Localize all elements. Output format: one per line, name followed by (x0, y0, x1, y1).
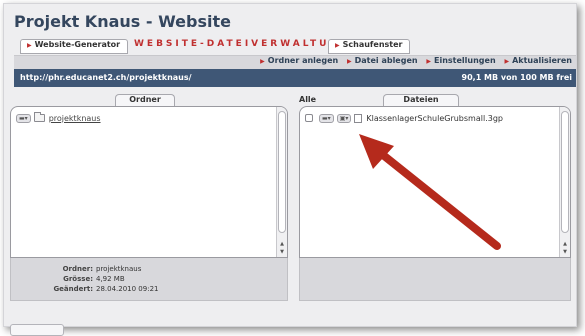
store-file-link[interactable]: ▶ Datei ablegen (347, 56, 418, 65)
tab-bar: ▶ Website-Generator WEBSITE-DATEIVERWALTU… (16, 39, 576, 55)
path-bar: http://phr.educanet2.ch/projektknaus/ 90… (14, 69, 576, 87)
folders-panel: ▬▾ projektknaus ▲ ▼ (10, 106, 288, 258)
info-modified-row: Geändert: 28.04.2010 09:21 (11, 284, 158, 294)
scrollbar-thumb[interactable] (561, 111, 569, 233)
select-all-label[interactable]: Alle (299, 95, 316, 104)
file-checkbox[interactable] (305, 114, 313, 122)
footer-button[interactable] (10, 324, 64, 336)
tab-dateiverwaltung[interactable]: WEBSITE-DATEIVERWALTUNG (134, 39, 350, 49)
file-name[interactable]: KlassenlagerSchuleGrubsmall.3gp (366, 114, 503, 123)
tab-website-generator-label: Website-Generator (34, 40, 121, 49)
tab-schaufenster-label: Schaufenster (342, 40, 403, 49)
scroll-down-icon[interactable]: ▼ (277, 248, 287, 256)
tab-website-generator[interactable]: ▶ Website-Generator (20, 39, 128, 54)
info-size-label: Grösse: (63, 275, 93, 283)
info-modified-value: 28.04.2010 09:21 (96, 285, 159, 293)
arrow-icon: ▶ (504, 58, 510, 65)
folder-link[interactable]: projektknaus (49, 114, 101, 123)
refresh-link[interactable]: ▶ Aktualisieren (504, 56, 572, 65)
info-modified-label: Geändert: (53, 285, 93, 293)
folders-panel-tab: Ordner (115, 94, 175, 106)
folder-icon (33, 112, 45, 122)
arrow-icon: ▶ (426, 58, 432, 65)
folders-scrollbar[interactable]: ▲ ▼ (276, 107, 287, 257)
info-folder-label: Ordner: (62, 265, 93, 273)
tab-arrow-icon: ▶ (335, 42, 340, 49)
files-panel-tab: Dateien (383, 94, 459, 106)
settings-label: Einstellungen (434, 56, 496, 65)
tab-arrow-icon: ▶ (27, 42, 32, 49)
create-folder-link[interactable]: ▶ Ordner anlegen (260, 56, 338, 65)
info-folder-row: Ordner: projektknaus (11, 264, 142, 274)
list-item: ▬▾ projektknaus (16, 112, 101, 124)
scroll-up-icon[interactable]: ▲ (560, 240, 570, 248)
list-item: ▬▾ ▣▾ KlassenlagerSchuleGrubsmall.3gp (305, 112, 503, 124)
folder-menu-button[interactable]: ▬▾ (16, 113, 31, 123)
scrollbar-thumb[interactable] (278, 111, 286, 233)
file-info-panel (299, 258, 571, 301)
info-size-row: Grösse: 4,92 MB (11, 274, 125, 284)
settings-link[interactable]: ▶ Einstellungen (426, 56, 495, 65)
refresh-label: Aktualisieren (512, 56, 572, 65)
current-path: http://phr.educanet2.ch/projektknaus/ (20, 73, 192, 82)
scroll-up-icon[interactable]: ▲ (277, 240, 287, 248)
create-folder-label: Ordner anlegen (267, 56, 339, 65)
arrow-icon: ▶ (347, 58, 352, 65)
files-panel: ▬▾ ▣▾ KlassenlagerSchuleGrubsmall.3gp ▲ … (299, 106, 571, 258)
file-icon (354, 113, 363, 123)
arrow-icon: ▶ (260, 58, 265, 65)
info-folder-value: projektknaus (96, 265, 142, 273)
file-menu-button[interactable]: ▬▾ (319, 113, 334, 123)
storage-quota: 90,1 MB von 100 MB frei (461, 73, 572, 82)
action-toolbar: ▶ Ordner anlegen ▶ Datei ablegen ▶ Einstell… (14, 55, 576, 69)
store-file-label: Datei ablegen (354, 56, 418, 65)
info-size-value: 4,92 MB (96, 275, 125, 283)
files-scrollbar[interactable]: ▲ ▼ (559, 107, 570, 257)
scroll-down-icon[interactable]: ▼ (560, 248, 570, 256)
page-title: Projekt Knaus - Website (14, 12, 231, 31)
tab-schaufenster[interactable]: ▶ Schaufenster (328, 39, 410, 54)
folder-info-panel: Ordner: projektknaus Grösse: 4,92 MB Geänd… (10, 258, 288, 301)
file-preview-button[interactable]: ▣▾ (336, 113, 352, 123)
